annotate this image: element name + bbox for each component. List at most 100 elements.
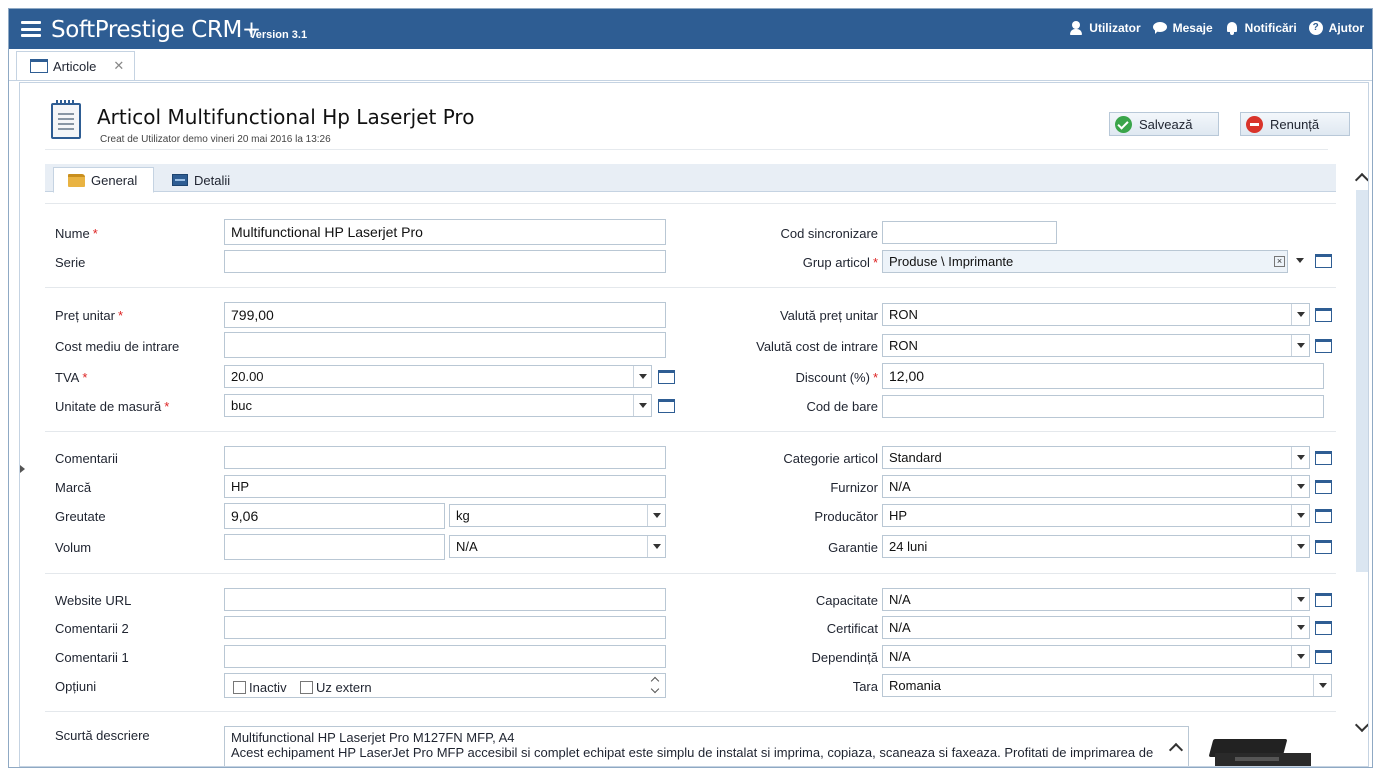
greutate-unit-select[interactable]: kg: [449, 504, 666, 527]
browse-folder-icon[interactable]: [1315, 451, 1332, 465]
certificat-label: Certificat: [826, 621, 878, 636]
nav-notifications[interactable]: Notificări: [1225, 21, 1297, 35]
cod-bare-input[interactable]: [882, 395, 1324, 418]
tab-detalii-label: Detalii: [194, 172, 231, 188]
nume-label: Nume *: [55, 226, 98, 241]
chevron-down-icon[interactable]: [1291, 447, 1309, 468]
expand-handle-icon[interactable]: [20, 465, 25, 473]
browse-folder-icon[interactable]: [658, 370, 675, 384]
chevron-down-icon[interactable]: [647, 536, 665, 557]
chevron-down-icon[interactable]: [1291, 536, 1309, 557]
chevron-down-icon[interactable]: [1291, 476, 1309, 497]
browse-folder-icon[interactable]: [1315, 593, 1332, 607]
save-button[interactable]: Salvează: [1109, 112, 1219, 136]
chevron-down-icon[interactable]: [633, 366, 651, 387]
furnizor-select[interactable]: N/A: [882, 475, 1310, 498]
valuta-cost-select[interactable]: RON: [882, 334, 1310, 357]
cost-mediu-input[interactable]: [224, 332, 666, 358]
discount-input[interactable]: 12,00: [882, 363, 1324, 389]
browse-folder-icon[interactable]: [1315, 480, 1332, 494]
certificat-select[interactable]: N/A: [882, 616, 1310, 639]
chevron-down-icon[interactable]: [1291, 646, 1309, 667]
page-title: Articol Multifunctional Hp Laserjet Pro: [97, 105, 475, 129]
window-icon: [30, 59, 48, 73]
scurta-descriere-label: Scurtă descriere: [55, 728, 150, 743]
marca-label: Marcă: [55, 480, 92, 495]
grup-articol-select[interactable]: Produse \ Imprimante: [882, 250, 1288, 273]
scurta-descriere-textarea[interactable]: Multifunctional HP Laserjet Pro M127FN M…: [224, 726, 1189, 766]
comentarii-input[interactable]: [224, 446, 666, 469]
chevron-down-icon[interactable]: [1291, 335, 1309, 356]
optiuni-label: Opțiuni: [55, 679, 97, 694]
chevron-down-icon[interactable]: [1291, 250, 1309, 273]
volum-input[interactable]: [224, 534, 445, 560]
comentarii1-input[interactable]: [224, 645, 666, 668]
chevron-down-icon[interactable]: [1291, 617, 1309, 638]
greutate-input[interactable]: 9,06: [224, 503, 445, 529]
valuta-pret-select[interactable]: RON: [882, 303, 1310, 326]
cancel-button-label: Renunță: [1270, 116, 1320, 132]
cod-bare-label: Cod de bare: [806, 399, 878, 414]
comentarii2-input[interactable]: [224, 616, 666, 639]
browse-folder-icon[interactable]: [1315, 254, 1332, 268]
cancel-button[interactable]: Renunță: [1240, 112, 1350, 136]
chevron-down-icon[interactable]: [1313, 675, 1331, 696]
chevron-down-icon[interactable]: [1291, 304, 1309, 325]
section-divider: [45, 711, 1336, 712]
tab-detalii[interactable]: Detalii: [158, 167, 248, 193]
website-input[interactable]: [224, 588, 666, 611]
browse-folder-icon[interactable]: [1315, 509, 1332, 523]
hamburger-menu-icon[interactable]: [21, 21, 41, 37]
chevron-down-icon[interactable]: [633, 395, 651, 416]
dependinta-select[interactable]: N/A: [882, 645, 1310, 668]
nume-input[interactable]: Multifunctional HP Laserjet Pro: [224, 219, 666, 245]
chevron-down-icon[interactable]: [1291, 589, 1309, 610]
tva-select[interactable]: 20.00: [224, 365, 652, 388]
browse-folder-icon[interactable]: [1315, 308, 1332, 322]
volum-unit-select[interactable]: N/A: [449, 535, 666, 558]
scrollbar-track[interactable]: [1356, 190, 1368, 572]
comentarii-label: Comentarii: [55, 451, 118, 466]
chevron-down-icon[interactable]: [1291, 505, 1309, 526]
description-line: Acest echipament HP LaserJet Pro MFP acc…: [231, 745, 1154, 760]
scroll-arrows-icon[interactable]: [650, 675, 662, 696]
chevron-down-icon[interactable]: [647, 505, 665, 526]
unitate-select[interactable]: buc: [224, 394, 652, 417]
tab-general[interactable]: General: [53, 167, 154, 193]
browse-folder-icon[interactable]: [1315, 621, 1332, 635]
inactiv-checkbox[interactable]: Inactiv: [233, 680, 287, 695]
tab-articole[interactable]: Articole ✕: [16, 51, 135, 80]
clear-icon[interactable]: ×: [1274, 256, 1285, 267]
dependinta-label: Dependință: [811, 650, 879, 665]
comentarii2-label: Comentarii 2: [55, 621, 129, 636]
unitate-label: Unitate de masură *: [55, 399, 170, 414]
vertical-scrollbar[interactable]: [1354, 160, 1368, 743]
pret-unitar-input[interactable]: 799,00: [224, 302, 666, 328]
volum-label: Volum: [55, 540, 92, 555]
marca-input[interactable]: HP: [224, 475, 666, 498]
serie-input[interactable]: [224, 250, 666, 273]
cod-sincronizare-input[interactable]: [882, 221, 1057, 244]
tara-select[interactable]: Romania: [882, 674, 1332, 697]
furnizor-label: Furnizor: [830, 480, 878, 495]
garantie-select[interactable]: 24 luni: [882, 535, 1310, 558]
html-icon: [172, 174, 188, 186]
pret-unitar-label: Preț unitar *: [55, 308, 124, 323]
top-nav: Utilizator Mesaje Notificări ? Ajutor: [1069, 21, 1364, 35]
tara-label: Tara: [852, 679, 878, 694]
scroll-up-icon[interactable]: [1354, 172, 1368, 188]
close-icon[interactable]: ✕: [113, 58, 124, 74]
uz-extern-checkbox[interactable]: Uz extern: [300, 680, 372, 695]
nav-help[interactable]: ? Ajutor: [1308, 21, 1364, 35]
producator-select[interactable]: HP: [882, 504, 1310, 527]
capacitate-select[interactable]: N/A: [882, 588, 1310, 611]
browse-folder-icon[interactable]: [1315, 650, 1332, 664]
nav-messages[interactable]: Mesaje: [1152, 21, 1213, 35]
browse-folder-icon[interactable]: [1315, 339, 1332, 353]
scroll-down-icon[interactable]: [1354, 717, 1368, 733]
garantie-label: Garantie: [828, 540, 878, 555]
browse-folder-icon[interactable]: [1315, 540, 1332, 554]
browse-folder-icon[interactable]: [658, 399, 675, 413]
nav-user[interactable]: Utilizator: [1069, 21, 1141, 35]
categorie-select[interactable]: Standard: [882, 446, 1310, 469]
